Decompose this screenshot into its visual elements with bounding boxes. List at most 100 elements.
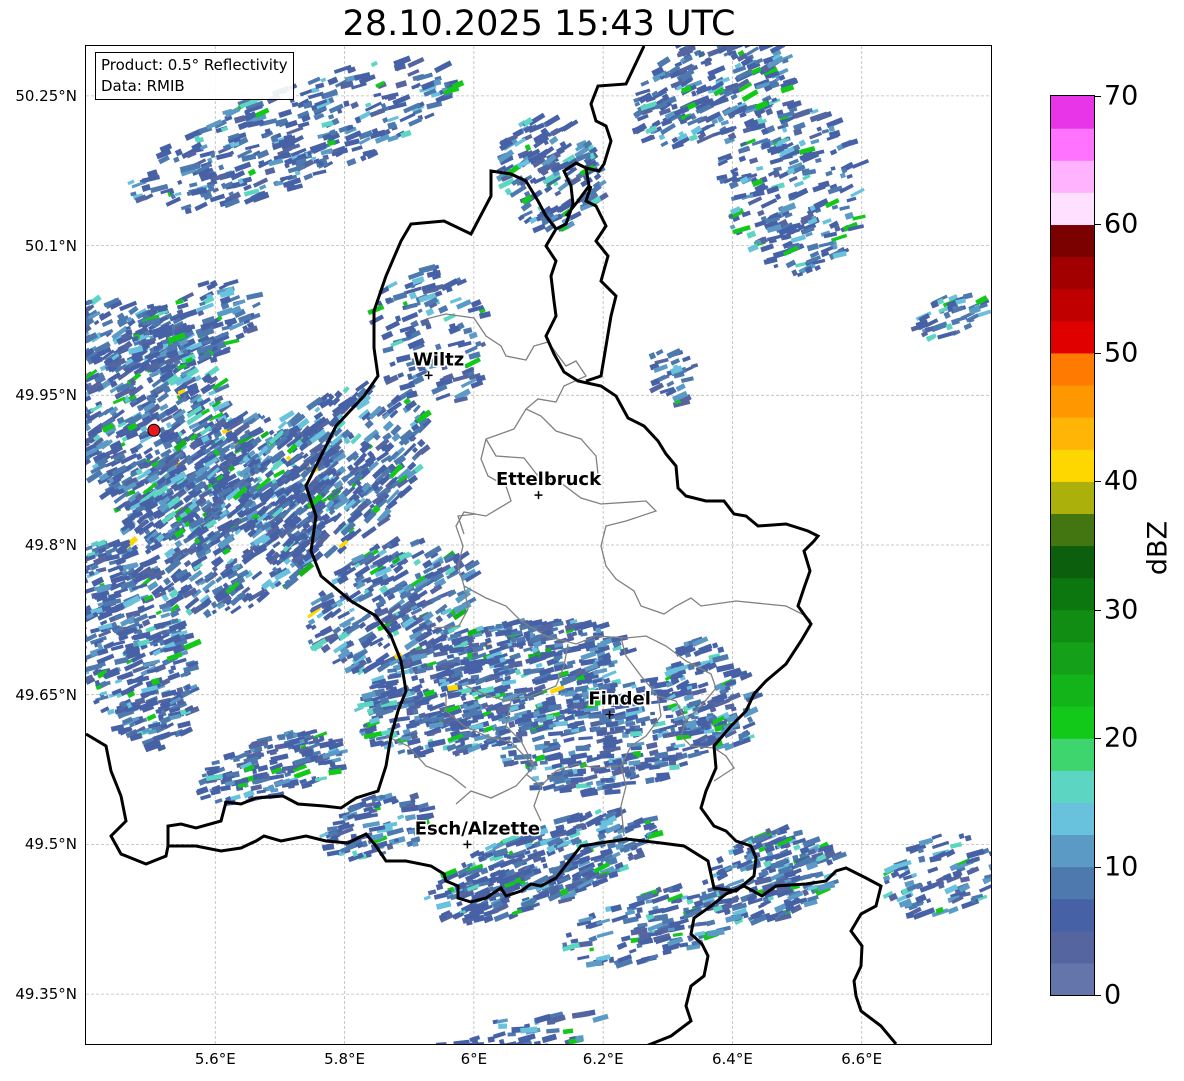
echo-cell — [817, 180, 830, 189]
echo-cell — [165, 422, 173, 429]
echo-cell — [829, 148, 838, 156]
echo-cell — [350, 101, 359, 110]
echo-cell — [826, 117, 844, 129]
echo-cell — [518, 643, 524, 650]
echo-cell — [727, 692, 741, 702]
echo-cell — [364, 419, 374, 429]
echo-cell — [785, 259, 797, 269]
echo-cell — [160, 612, 171, 619]
echo-cell — [760, 243, 775, 253]
echo-cell — [793, 180, 805, 188]
echo-cell — [424, 112, 435, 120]
echo-cell — [791, 269, 799, 277]
echo-cell — [395, 80, 408, 89]
echo-cell — [86, 467, 87, 475]
echo-cell — [760, 198, 778, 209]
echo-cell — [86, 625, 87, 635]
echo-cell — [548, 135, 559, 145]
echo-cell — [291, 101, 299, 108]
map-title: 28.10.2025 15:43 UTC — [342, 4, 736, 44]
echo-cell — [411, 82, 421, 90]
echo-cell — [582, 773, 598, 782]
echo-cell — [348, 607, 355, 613]
echo-cell — [558, 629, 565, 635]
echo-cell — [435, 615, 444, 623]
echo-cell — [194, 201, 208, 212]
echo-cell — [535, 662, 543, 669]
echo-cell — [572, 702, 584, 709]
echo-cell — [793, 844, 801, 851]
echo-cell — [850, 187, 865, 198]
echo-cell — [382, 642, 391, 650]
echo-cell — [247, 603, 255, 609]
echo-cell — [593, 172, 602, 181]
echo-cell — [334, 390, 343, 399]
echo-cell — [400, 484, 413, 497]
echo-cell — [523, 668, 532, 676]
echo-cell — [93, 319, 100, 326]
echo-cell — [717, 646, 725, 654]
echo-cell — [251, 570, 263, 581]
echo-cell — [756, 165, 764, 172]
echo-cluster — [120, 279, 264, 374]
echo-cell — [769, 157, 784, 165]
echo-cell — [802, 888, 810, 897]
echo-cell — [373, 92, 382, 98]
echo-cell — [707, 65, 726, 77]
echo-cell — [351, 145, 363, 152]
echo-cell — [86, 545, 93, 554]
echo-cell — [629, 730, 642, 737]
echo-cell — [370, 60, 378, 68]
echo-cell — [730, 93, 738, 101]
echo-cell — [278, 108, 293, 118]
echo-cell — [224, 502, 232, 510]
echo-cell — [640, 721, 646, 727]
echo-cell — [413, 558, 422, 566]
echo-cell — [806, 242, 819, 252]
echo-cell — [595, 627, 602, 634]
echo-cell — [148, 614, 157, 620]
radar-map[interactable]: Wiltz Ettelbruck Findel Esch/Alzette — [85, 45, 992, 1045]
echo-cell — [665, 714, 674, 719]
echo-cell — [382, 117, 389, 124]
echo-cell — [183, 559, 192, 568]
echo-cell — [297, 121, 310, 129]
echo-cell — [342, 386, 350, 394]
echo-cell — [173, 156, 180, 163]
echo-cell — [314, 406, 321, 413]
echo-cell — [809, 131, 823, 140]
echo-cell — [711, 130, 723, 137]
echo-cell — [320, 77, 327, 83]
echo-cell — [86, 595, 88, 603]
echo-cell — [575, 745, 590, 752]
echo-cell — [451, 725, 460, 732]
echo-cell — [738, 155, 747, 163]
echo-cell — [286, 126, 304, 136]
echo-cell — [825, 170, 833, 177]
echo-cell — [155, 610, 163, 616]
echo-cell — [660, 140, 669, 148]
echo-cell — [793, 829, 804, 837]
echo-cell — [446, 743, 457, 752]
echo-cell — [382, 432, 392, 442]
echo-cell — [456, 900, 463, 907]
echo-cell — [461, 861, 468, 869]
echo-cell — [697, 681, 709, 689]
echo-cell — [531, 734, 545, 743]
echo-cell — [566, 663, 574, 670]
echo-cell — [211, 609, 217, 615]
echo-cell — [757, 209, 765, 217]
echo-cell — [154, 449, 161, 456]
echo-cell — [141, 618, 151, 627]
echo-cell — [689, 134, 698, 142]
radar-map-canvas: WiltzEttelbruckFindelEsch/Alzette — [86, 46, 991, 1044]
echo-cell — [415, 72, 434, 82]
echo-cell — [705, 123, 715, 129]
echo-cell — [247, 168, 257, 177]
echo-cell — [634, 725, 641, 730]
echo-cell — [586, 780, 594, 787]
echo-cell — [712, 642, 719, 649]
echo-cell — [408, 117, 423, 127]
echo-cell — [673, 743, 686, 749]
echo-cell — [544, 185, 553, 194]
